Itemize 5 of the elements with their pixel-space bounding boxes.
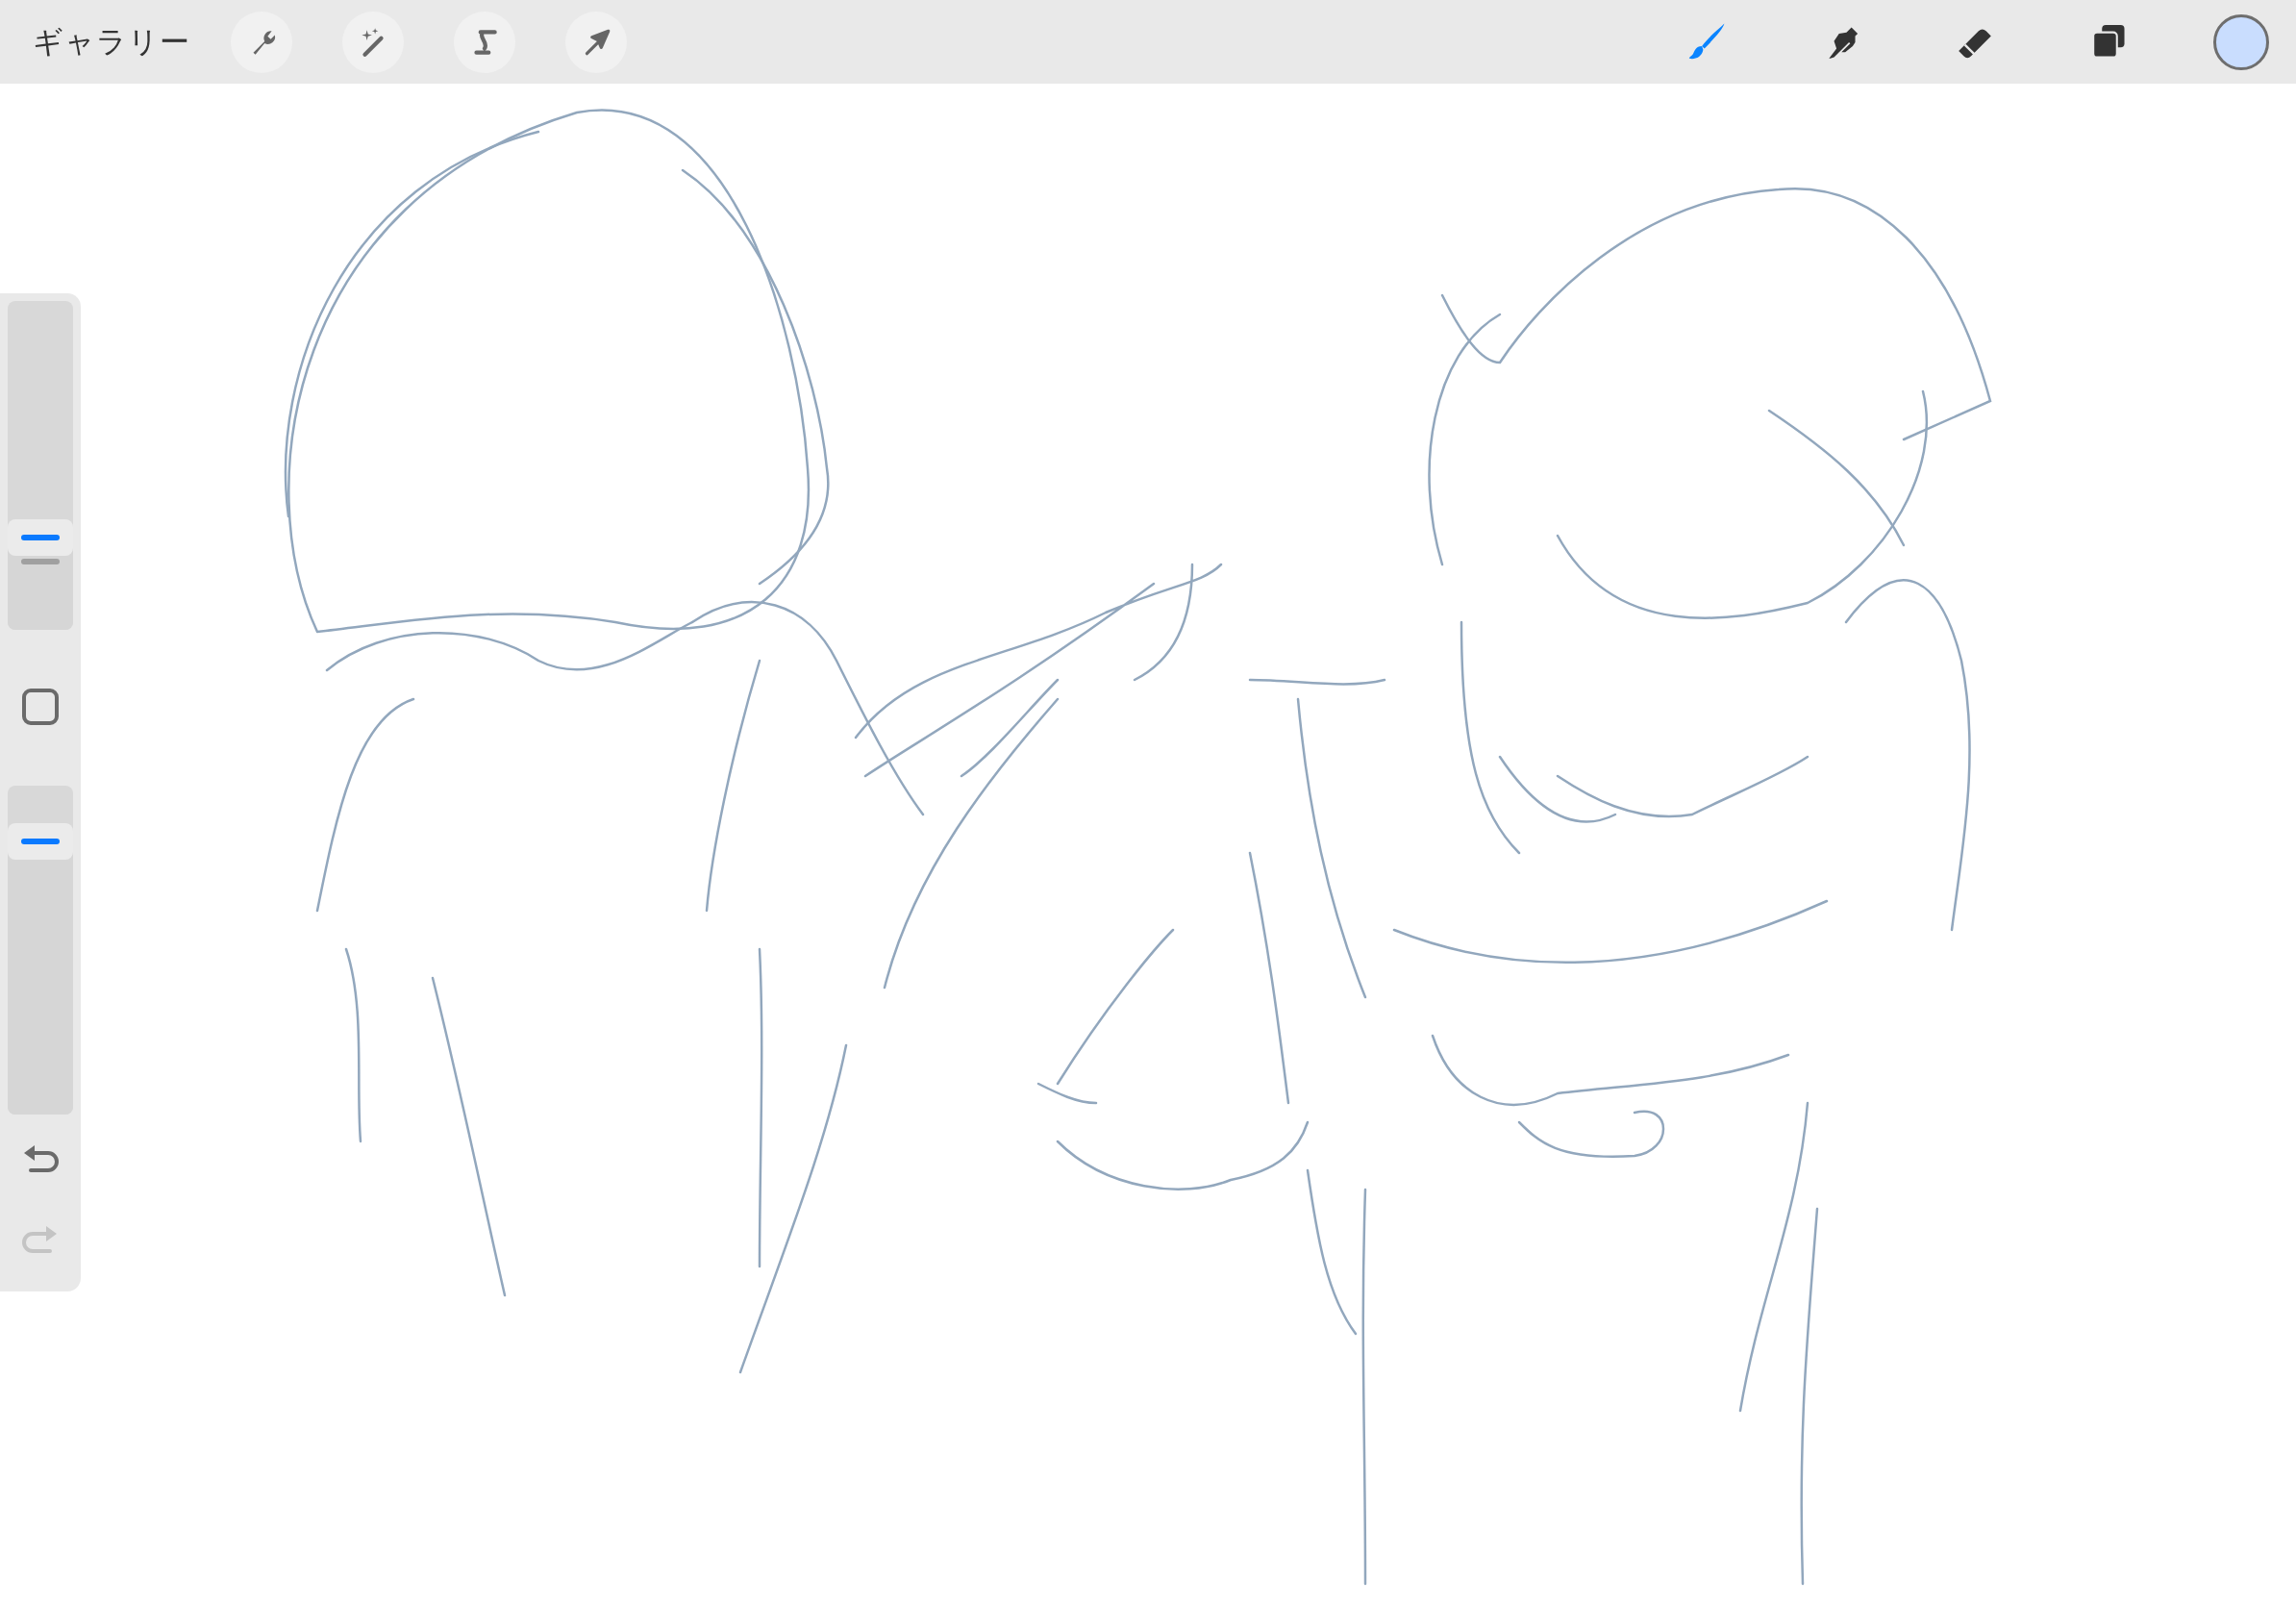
brush-size-slider[interactable]	[8, 301, 73, 630]
modify-button[interactable]	[22, 689, 59, 725]
gallery-link[interactable]: ギャラリー	[33, 21, 190, 63]
opacity-slider[interactable]	[8, 786, 73, 1115]
color-swatch[interactable]	[2213, 13, 2269, 70]
